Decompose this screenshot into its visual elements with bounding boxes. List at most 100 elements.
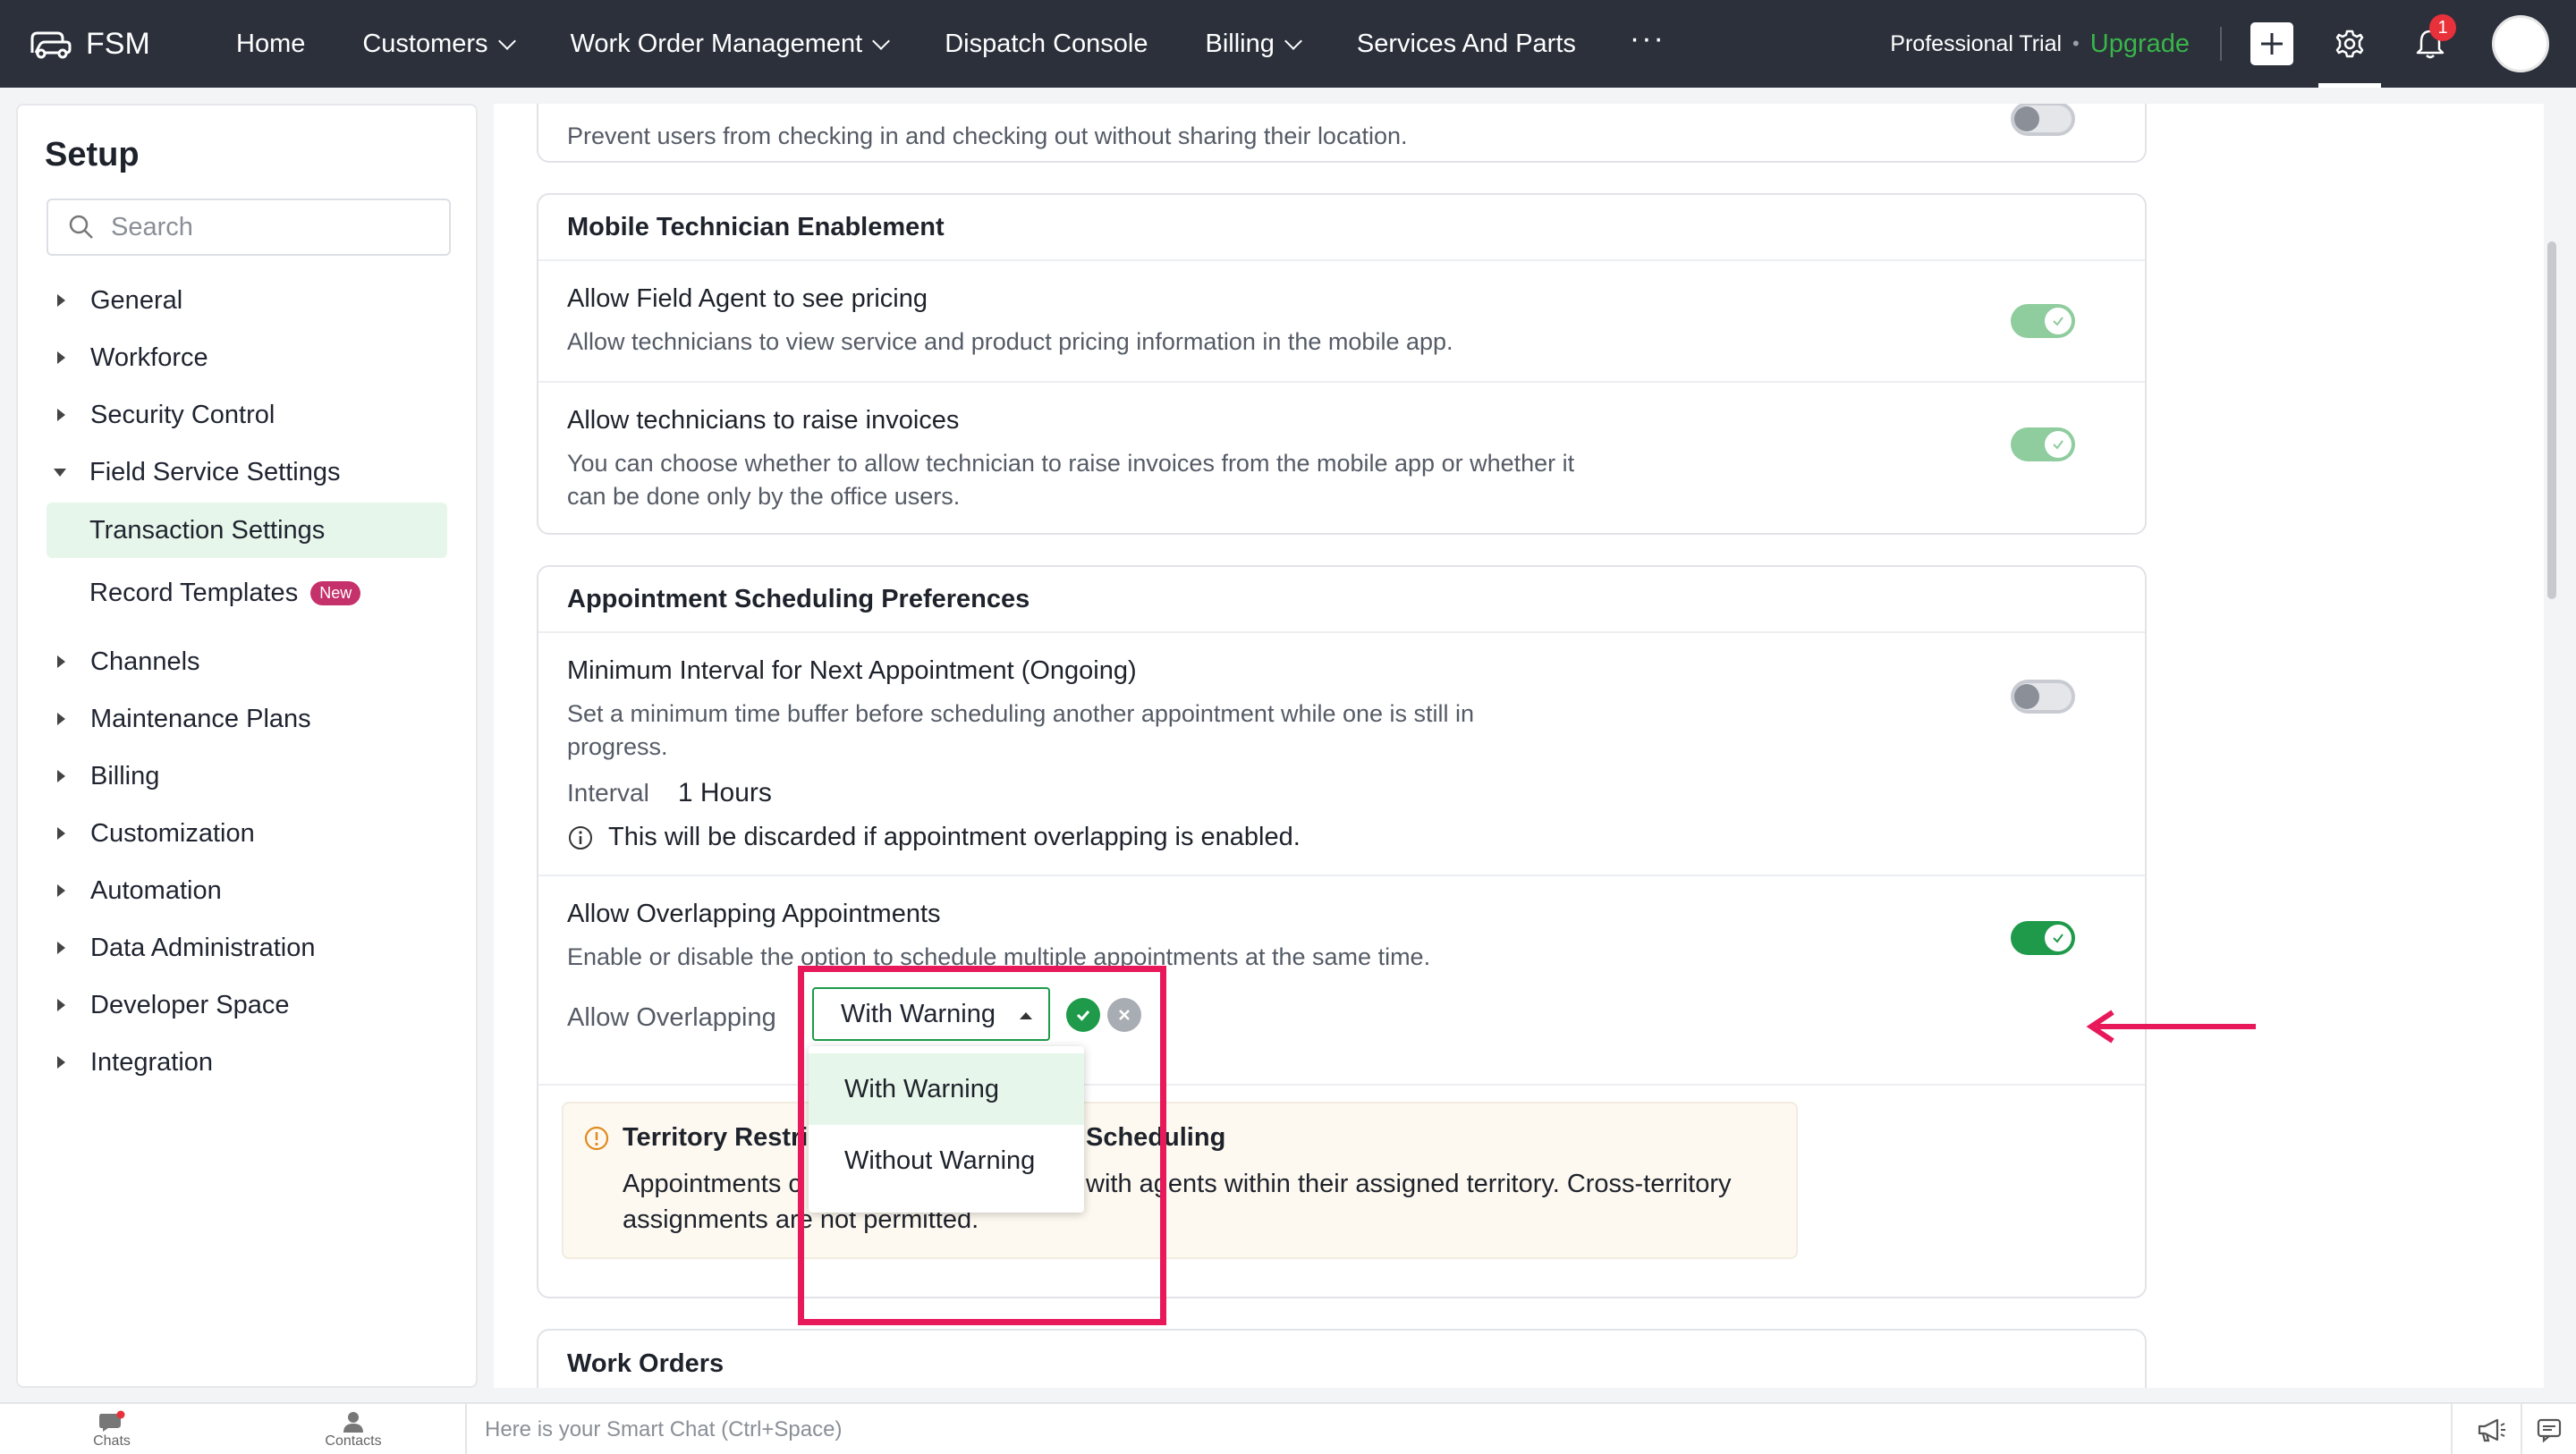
location-toggle[interactable] — [2011, 104, 2075, 136]
bottom-divider — [2451, 1404, 2453, 1454]
minimum-interval-toggle[interactable] — [2011, 680, 2075, 714]
check-icon — [2045, 925, 2072, 951]
nav-work-order-management[interactable]: Work Order Management — [570, 29, 891, 59]
sidebar-item-integration[interactable]: Integration — [18, 1034, 476, 1091]
check-icon — [2045, 431, 2072, 458]
card-title: Mobile Technician Enablement — [538, 195, 2145, 261]
location-settings-card: Prevent users from checking in and check… — [537, 104, 2147, 163]
sidebar-subitem-record-templates[interactable]: Record Templates New — [47, 565, 447, 621]
smart-chat-input[interactable]: Here is your Smart Chat (Ctrl+Space) — [485, 1404, 842, 1454]
field-agent-pricing-row: Allow Field Agent to see pricing Allow t… — [538, 261, 2145, 383]
nav-services-label: Services And Parts — [1356, 29, 1576, 58]
sidebar-item-workforce[interactable]: Workforce — [18, 329, 476, 386]
check-icon — [2045, 308, 2072, 334]
nav-customers[interactable]: Customers — [362, 30, 516, 59]
settings-button[interactable] — [2318, 0, 2381, 88]
caret-right-icon — [57, 655, 65, 668]
sidebar-item-billing[interactable]: Billing — [18, 748, 476, 805]
sidebar-item-customization[interactable]: Customization — [18, 805, 476, 862]
caret-right-icon — [57, 713, 65, 725]
bottom-divider — [2521, 1404, 2522, 1454]
chevron-down-icon — [872, 32, 891, 50]
bottom-bar: Chats Contacts Here is your Smart Chat (… — [0, 1402, 2576, 1454]
announcements-button[interactable] — [2469, 1404, 2513, 1454]
chats-button[interactable]: Chats — [80, 1404, 143, 1454]
chats-label: Chats — [93, 1433, 131, 1449]
nav-work-order-label: Work Order Management — [570, 29, 863, 58]
row-title: Allow technicians to raise invoices — [567, 406, 960, 435]
sidebar-item-label: Field Service Settings — [89, 457, 341, 486]
feedback-button[interactable] — [2529, 1404, 2569, 1454]
sidebar-search-input[interactable] — [111, 212, 433, 242]
location-desc: Prevent users from checking in and check… — [567, 123, 1408, 149]
settings-content: Prevent users from checking in and check… — [494, 104, 2544, 1388]
card-title: Appointment Scheduling Preferences — [538, 567, 2145, 633]
sidebar-item-security-control[interactable]: Security Control — [18, 386, 476, 444]
megaphone-icon — [2478, 1418, 2505, 1442]
caret-right-icon — [57, 884, 65, 897]
row-title: Allow Overlapping Appointments — [567, 900, 941, 928]
nav-billing[interactable]: Billing — [1205, 29, 1302, 59]
sidebar-item-label: Workforce — [90, 342, 208, 372]
scrollbar-thumb[interactable] — [2547, 241, 2556, 599]
territory-info-box: Territory Restri Scheduling Appointments… — [562, 1102, 1798, 1259]
interval-label: Interval — [567, 779, 649, 807]
annotation-highlight-box — [798, 966, 1166, 1325]
row-desc: Allow technicians to view service and pr… — [567, 328, 1453, 355]
setup-sidebar: Setup General Workforce Security Control… — [16, 104, 478, 1388]
sidebar-item-maintenance-plans[interactable]: Maintenance Plans — [18, 690, 476, 748]
sidebar-item-developer-space[interactable]: Developer Space — [18, 976, 476, 1034]
warning-info-icon — [584, 1126, 609, 1151]
feedback-icon — [2537, 1418, 2562, 1443]
sidebar-item-field-service-settings[interactable]: Field Service Settings — [18, 444, 476, 501]
interval-note: This will be discarded if appointment ov… — [608, 823, 1301, 851]
sidebar-search[interactable] — [47, 199, 451, 256]
quick-create-button[interactable] — [2250, 22, 2293, 65]
raise-invoices-toggle[interactable] — [2011, 427, 2075, 461]
gear-icon — [2335, 30, 2364, 58]
raise-invoices-row: Allow technicians to raise invoices You … — [538, 383, 2145, 533]
chevron-down-icon — [1284, 32, 1302, 50]
interval-value: 1 Hours — [677, 777, 772, 807]
nav-home[interactable]: Home — [236, 30, 305, 59]
nav-home-label: Home — [236, 29, 306, 58]
new-badge: New — [310, 580, 361, 605]
overlapping-appointments-toggle[interactable] — [2011, 921, 2075, 955]
nav-billing-label: Billing — [1205, 29, 1275, 58]
sidebar-item-automation[interactable]: Automation — [18, 862, 476, 919]
caret-right-icon — [57, 770, 65, 782]
sidebar-item-label: Automation — [90, 875, 222, 905]
caret-down-icon — [54, 468, 66, 477]
more-menu-icon[interactable]: ··· — [1630, 21, 1665, 56]
plus-icon — [2261, 33, 2283, 55]
sidebar-item-general[interactable]: General — [18, 272, 476, 329]
fsm-logo-icon — [30, 31, 72, 59]
upgrade-link[interactable]: Upgrade — [2090, 30, 2190, 59]
nav-divider — [2220, 27, 2222, 61]
sidebar-item-label: Customization — [90, 818, 255, 848]
appointment-scheduling-card: Appointment Scheduling Preferences Minim… — [537, 565, 2147, 1298]
nav-dispatch-console[interactable]: Dispatch Console — [945, 30, 1148, 59]
user-avatar[interactable] — [2492, 15, 2549, 72]
work-orders-card: Work Orders — [537, 1329, 2147, 1388]
nav-services-and-parts[interactable]: Services And Parts — [1357, 30, 1576, 59]
contacts-button[interactable]: Contacts — [313, 1404, 394, 1454]
territory-text-left: Appointments c — [623, 1170, 801, 1198]
notifications-button[interactable]: 1 — [2399, 0, 2462, 88]
caret-right-icon — [57, 1056, 65, 1069]
sidebar-item-label: Integration — [90, 1047, 214, 1077]
bottom-divider — [465, 1404, 467, 1454]
sidebar-item-label: Security Control — [90, 400, 275, 429]
sidebar-subitem-label: Record Templates — [89, 578, 299, 607]
sidebar-item-channels[interactable]: Channels — [18, 633, 476, 690]
row-desc-line2: progress. — [567, 733, 668, 760]
sidebar-item-label: Billing — [90, 761, 160, 790]
caret-right-icon — [57, 294, 65, 307]
territory-title-left: Territory Restri — [623, 1123, 809, 1152]
sidebar-item-data-administration[interactable]: Data Administration — [18, 919, 476, 976]
territory-text-right: with agents within their assigned territ… — [1086, 1170, 1732, 1198]
brand-logo[interactable]: FSM — [27, 26, 179, 62]
notification-count-badge: 1 — [2429, 14, 2456, 41]
field-agent-pricing-toggle[interactable] — [2011, 304, 2075, 338]
sidebar-subitem-transaction-settings[interactable]: Transaction Settings — [47, 503, 447, 558]
